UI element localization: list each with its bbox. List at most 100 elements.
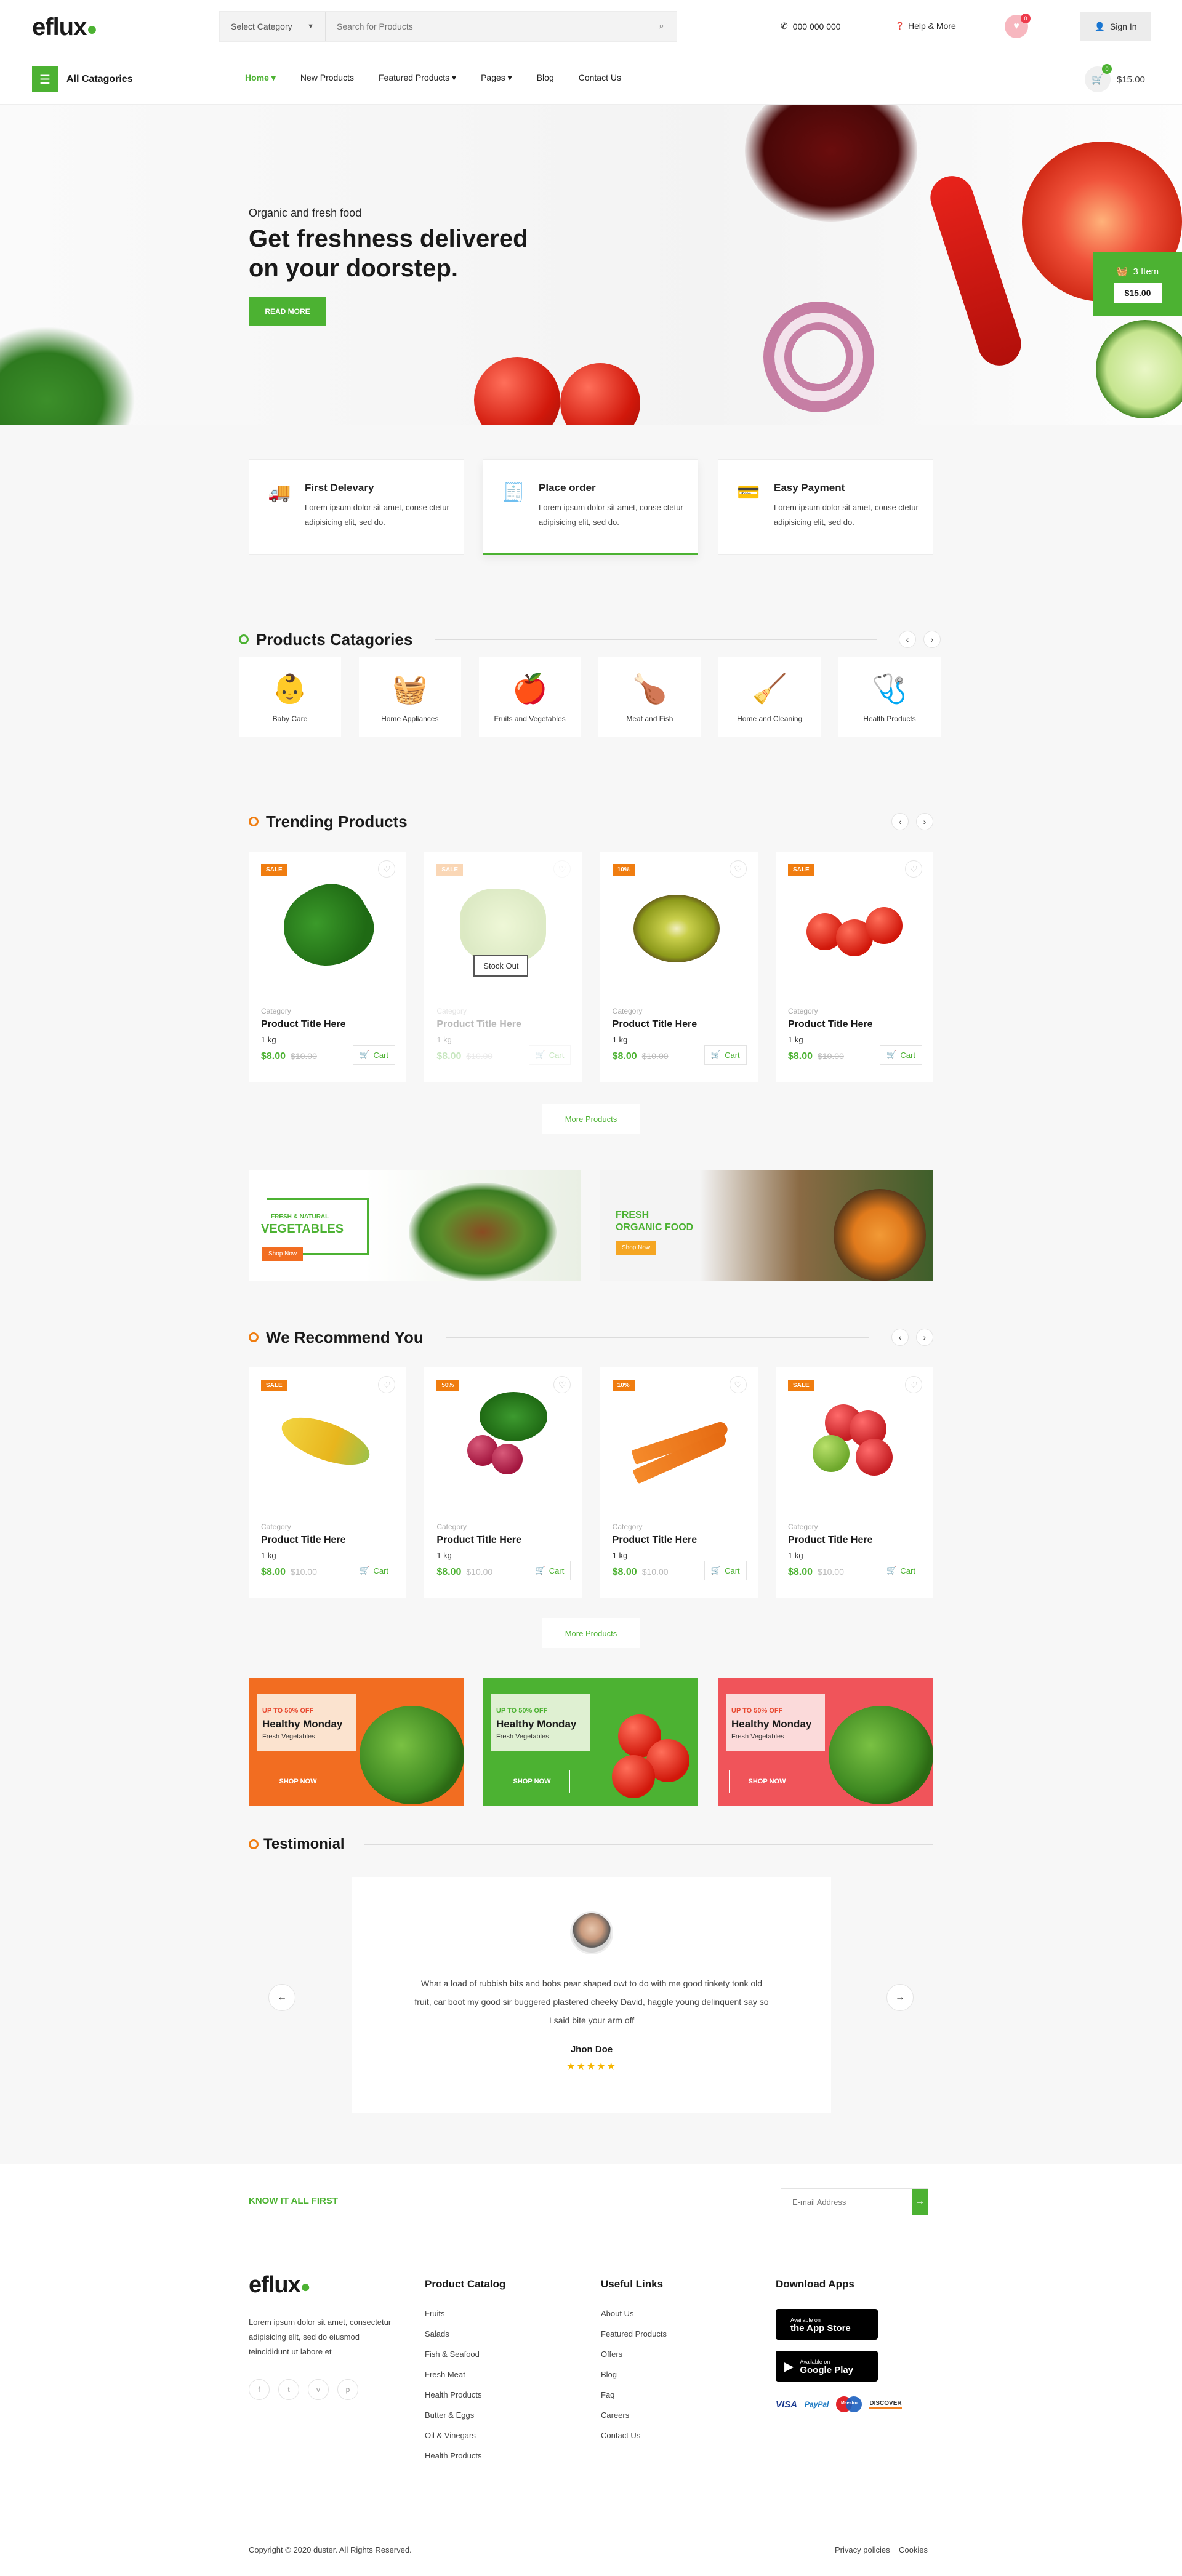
add-to-cart-button[interactable]: 🛒 Cart	[528, 1561, 571, 1580]
footer-link[interactable]: Offers	[601, 2350, 667, 2359]
nav-featured-products[interactable]: Featured Products ▾	[379, 73, 456, 83]
product-card[interactable]: 10% ♡ Category Product Title Here 1 kg $…	[600, 852, 758, 1082]
twitter-icon[interactable]: t	[278, 2379, 299, 2400]
product-card[interactable]: SALE ♡ Category Product Title Here 1 kg …	[249, 1367, 406, 1598]
promo-card[interactable]: UP TO 50% OFF Healthy Monday Fresh Veget…	[718, 1678, 933, 1806]
nav-blog[interactable]: Blog	[537, 73, 554, 83]
read-more-button[interactable]: READ MORE	[249, 297, 326, 326]
product-title[interactable]: Product Title Here	[613, 1535, 698, 1546]
category-select[interactable]: Select Category ▼	[220, 12, 326, 41]
wishlist-heart-icon[interactable]: ♡	[904, 860, 922, 878]
trending-next-button[interactable]: ›	[916, 813, 933, 830]
categories-prev-button[interactable]: ‹	[899, 631, 916, 648]
nav-pages[interactable]: Pages ▾	[481, 73, 512, 83]
sign-in-button[interactable]: 👤 Sign In	[1080, 12, 1151, 41]
category-fruits-vegetables[interactable]: 🍎 Fruits and Vegetables	[478, 657, 581, 737]
vimeo-icon[interactable]: v	[308, 2379, 329, 2400]
footer-logo[interactable]: eflux●	[249, 2272, 311, 2298]
footer-link[interactable]: Featured Products	[601, 2329, 667, 2338]
product-title[interactable]: Product Title Here	[261, 1535, 346, 1546]
pinterest-icon[interactable]: p	[337, 2379, 358, 2400]
email-field[interactable]	[781, 2189, 912, 2215]
search-input[interactable]	[326, 12, 646, 41]
wishlist-heart-icon[interactable]: ♡	[729, 860, 747, 878]
banner-shop-now-button[interactable]: Shop Now	[262, 1247, 304, 1261]
phone[interactable]: ✆ 000 000 000	[781, 21, 841, 31]
search-icon[interactable]: ⌕	[646, 21, 677, 32]
wishlist-button[interactable]: ♥ 0	[1005, 14, 1031, 38]
banner-shop-now-button[interactable]: Shop Now	[616, 1241, 657, 1255]
category-baby-care[interactable]: 👶 Baby Care	[239, 657, 341, 737]
footer-link[interactable]: Salads	[425, 2329, 482, 2338]
nav-home[interactable]: Home ▾	[245, 73, 276, 83]
wishlist-heart-icon[interactable]: ♡	[378, 860, 395, 878]
floating-cart-widget[interactable]: 🧺 3 Item $15.00	[1093, 252, 1182, 316]
subscribe-arrow-icon[interactable]: →	[912, 2189, 928, 2215]
footer-link[interactable]: Faq	[601, 2390, 667, 2399]
categories-next-button[interactable]: ›	[923, 631, 941, 648]
recommend-next-button[interactable]: ›	[916, 1329, 933, 1346]
product-card[interactable]: SALE ♡ Category Product Title Here 1 kg …	[775, 1367, 933, 1598]
cookies-link[interactable]: Cookies	[899, 2545, 928, 2554]
category-meat-fish[interactable]: 🍗 Meat and Fish	[598, 657, 701, 737]
facebook-icon[interactable]: f	[249, 2379, 270, 2400]
footer-link[interactable]: Contact Us	[601, 2431, 667, 2440]
google-play-button[interactable]: ▶ Available on Google Play	[776, 2351, 878, 2382]
add-to-cart-button[interactable]: 🛒 Cart	[353, 1561, 395, 1580]
promo-card[interactable]: UP TO 50% OFF Healthy Monday Fresh Veget…	[249, 1678, 464, 1806]
recommend-prev-button[interactable]: ‹	[891, 1329, 909, 1346]
footer-link[interactable]: Blog	[601, 2370, 667, 2379]
testimonial-next-button[interactable]: →	[886, 1984, 914, 2011]
product-title[interactable]: Product Title Here	[436, 1535, 521, 1546]
footer-link[interactable]: Fruits	[425, 2309, 482, 2318]
product-title[interactable]: Product Title Here	[788, 1535, 873, 1546]
wishlist-heart-icon[interactable]: ♡	[553, 1376, 571, 1393]
promo-shop-now-button[interactable]: SHOP NOW	[729, 1770, 805, 1793]
add-to-cart-button[interactable]: 🛒 Cart	[704, 1561, 747, 1580]
category-home-cleaning[interactable]: 🧹 Home and Cleaning	[718, 657, 821, 737]
banner-vegetables[interactable]: FRESH & NATURAL VEGETABLES Shop Now	[249, 1170, 581, 1281]
wishlist-heart-icon[interactable]: ♡	[378, 1376, 395, 1393]
product-unit: 1 kg	[612, 1551, 628, 1560]
footer-link[interactable]: Fresh Meat	[425, 2370, 482, 2379]
footer-link[interactable]: About Us	[601, 2309, 667, 2318]
product-title[interactable]: Product Title Here	[613, 1019, 698, 1030]
help-link[interactable]: ❓ Help & More	[895, 21, 956, 31]
trending-prev-button[interactable]: ‹	[891, 813, 909, 830]
wishlist-heart-icon[interactable]: ♡	[729, 1376, 747, 1393]
footer-link[interactable]: Butter & Eggs	[425, 2410, 482, 2420]
product-card[interactable]: 50% ♡ Category Product Title Here 1 kg $…	[424, 1367, 582, 1598]
wishlist-heart-icon[interactable]: ♡	[904, 1376, 922, 1393]
product-title[interactable]: Product Title Here	[788, 1019, 873, 1030]
footer-link[interactable]: Health Products	[425, 2390, 482, 2399]
footer-link[interactable]: Fish & Seafood	[425, 2350, 482, 2359]
promo-shop-now-button[interactable]: SHOP NOW	[260, 1770, 336, 1793]
promo-shop-now-button[interactable]: SHOP NOW	[494, 1770, 570, 1793]
product-title[interactable]: Product Title Here	[261, 1019, 346, 1030]
product-card[interactable]: 10% ♡ Category Product Title Here 1 kg $…	[600, 1367, 758, 1598]
product-card-stock-out[interactable]: SALE ♡ Category Product Title Here 1 kg …	[424, 852, 582, 1082]
add-to-cart-button[interactable]: 🛒 Cart	[880, 1561, 922, 1580]
logo[interactable]: eflux●	[32, 14, 97, 41]
product-card[interactable]: SALE ♡ Category Product Title Here 1 kg …	[249, 852, 406, 1082]
privacy-link[interactable]: Privacy policies	[835, 2545, 890, 2554]
recommend-more-button[interactable]: More Products	[542, 1618, 640, 1648]
nav-contact[interactable]: Contact Us	[579, 73, 621, 83]
trending-more-button[interactable]: More Products	[542, 1104, 640, 1134]
promo-card[interactable]: UP TO 50% OFF Healthy Monday Fresh Veget…	[483, 1678, 698, 1806]
app-store-button[interactable]: Available on the App Store	[776, 2309, 878, 2340]
add-to-cart-button[interactable]: 🛒 Cart	[880, 1045, 922, 1065]
category-health-products[interactable]: 🩺 Health Products	[838, 657, 941, 737]
banner-organic-food[interactable]: FRESH ORGANIC FOOD Shop Now	[600, 1170, 933, 1281]
nav-new-products[interactable]: New Products	[300, 73, 354, 83]
footer-link[interactable]: Careers	[601, 2410, 667, 2420]
add-to-cart-button[interactable]: 🛒 Cart	[353, 1045, 395, 1065]
product-card[interactable]: SALE ♡ Category Product Title Here 1 kg …	[775, 852, 933, 1082]
footer-link[interactable]: Health Products	[425, 2451, 482, 2460]
testimonial-prev-button[interactable]: ←	[268, 1984, 296, 2011]
add-to-cart-button[interactable]: 🛒 Cart	[704, 1045, 747, 1065]
cart-button[interactable]: 🛒 0 $15.00	[1085, 64, 1145, 92]
category-home-appliances[interactable]: 🧺 Home Appliances	[358, 657, 461, 737]
all-categories-button[interactable]: ☰ All Catagories	[32, 66, 133, 92]
footer-link[interactable]: Oil & Vinegars	[425, 2431, 482, 2440]
